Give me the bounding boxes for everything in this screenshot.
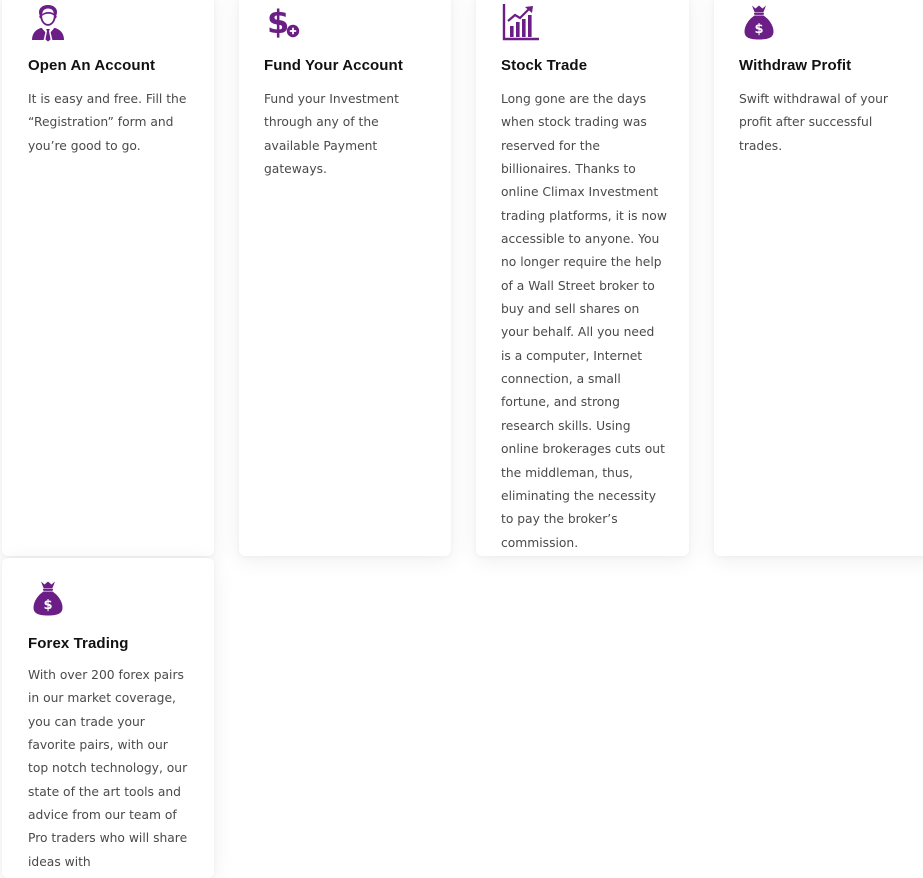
feature-card-withdraw-profit: $ Withdraw Profit Swift withdrawal of yo… [714,0,923,556]
card-description: Long gone are the days when stock tradin… [501,92,667,550]
card-description: With over 200 forex pairs in our market … [28,668,188,869]
svg-text:$: $ [267,3,289,41]
feature-card-forex-trading: $ Forex Trading With over 200 forex pair… [2,558,214,878]
growth-chart-icon [501,2,541,42]
money-bag-icon: $ [739,2,779,42]
money-bag-icon: $ [28,578,68,618]
card-title: Withdraw Profit [739,57,852,74]
card-title: Stock Trade [501,57,588,74]
card-title: Open An Account [28,57,156,74]
svg-text:$: $ [754,22,763,37]
card-description: Fund your Investment through any of the … [264,92,399,177]
card-description: It is easy and free. Fill the “Registrat… [28,92,187,153]
dollar-plus-icon: $ [264,2,304,42]
feature-card-open-account: Open An Account It is easy and free. Fil… [2,0,214,556]
feature-card-stock-trade: Stock Trade Long gone are the days when … [476,0,689,556]
svg-text:$: $ [43,598,52,613]
card-title: Fund Your Account [264,57,403,74]
card-title: Forex Trading [28,635,129,652]
businessman-icon [28,2,68,42]
card-description: Swift withdrawal of your profit after su… [739,92,888,153]
feature-card-fund-account: $ Fund Your Account Fund your Investment… [239,0,451,556]
